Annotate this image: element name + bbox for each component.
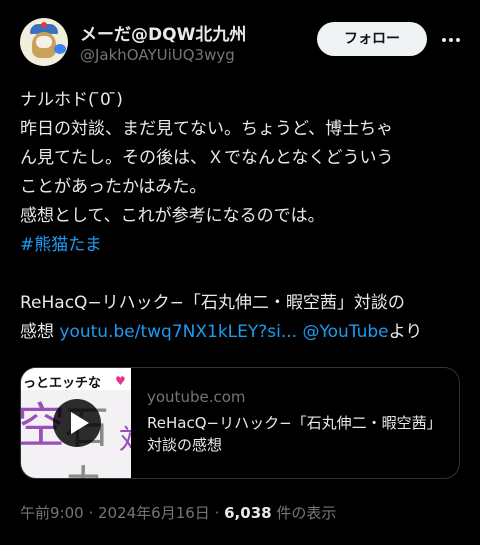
thumbnail-caption: っとエッチな xyxy=(23,376,102,391)
tweet-line: 感想として、これが参考になるのでは。 xyxy=(20,206,325,226)
view-label: 件の表示 xyxy=(271,504,337,522)
tweet-line: ReHacQ−リハック−「石丸伸二・暇空茜」対談の xyxy=(20,293,405,313)
card-domain: youtube.com xyxy=(147,388,246,406)
tweet-line: ナルホド( ̄0 ̄) xyxy=(20,90,123,110)
tweet-date[interactable]: 2024年6月16日 xyxy=(98,504,210,522)
video-link[interactable]: youtu.be/twq7NX1kLEY?si... xyxy=(59,322,297,342)
tweet-meta: 午前9:00 · 2024年6月16日 · 6,038 件の表示 xyxy=(20,504,337,522)
view-count: 6,038 xyxy=(224,504,272,522)
tweet-text: ナルホド( ̄0 ̄) 昨日の対談、まだ見てない。ちょうど、博士ちゃ ん見てたし… xyxy=(20,86,465,347)
tweet-line: より xyxy=(388,322,423,342)
follow-button[interactable]: フォロー xyxy=(317,22,427,56)
more-icon[interactable] xyxy=(441,30,461,50)
avatar[interactable] xyxy=(20,18,68,66)
tweet-line: 昨日の対談、まだ見てない。ちょうど、博士ちゃ xyxy=(20,119,394,139)
heart-icon: ♥ xyxy=(115,374,126,388)
tweet-line: ことがあったかはみた。 xyxy=(20,177,207,197)
card-title[interactable]: ReHacQ−リハック−「石丸伸二・暇空茜」対談の感想 xyxy=(147,412,447,456)
thumbnail-glyph: 対 xyxy=(119,418,131,458)
author-name[interactable]: メーだ@DQW北九州 xyxy=(80,20,246,45)
tweet-time[interactable]: 午前9:00 xyxy=(20,504,84,522)
video-thumbnail[interactable]: っとエッチな ♥ 空 石丸 対 xyxy=(21,368,131,478)
tweet-line: 感想 xyxy=(20,322,60,342)
tweet-line: ん見てたし。その後は、Ｘでなんとなくどういう xyxy=(20,148,394,168)
author-handle[interactable]: @JakhOAYUiUQ3wyg xyxy=(80,46,235,64)
hashtag-link[interactable]: #熊猫たま xyxy=(20,235,102,255)
link-card[interactable]: っとエッチな ♥ 空 石丸 対 youtube.com ReHacQ−リハック−… xyxy=(20,367,460,479)
mention-link[interactable]: @YouTube xyxy=(302,322,388,342)
play-icon[interactable] xyxy=(53,399,101,447)
